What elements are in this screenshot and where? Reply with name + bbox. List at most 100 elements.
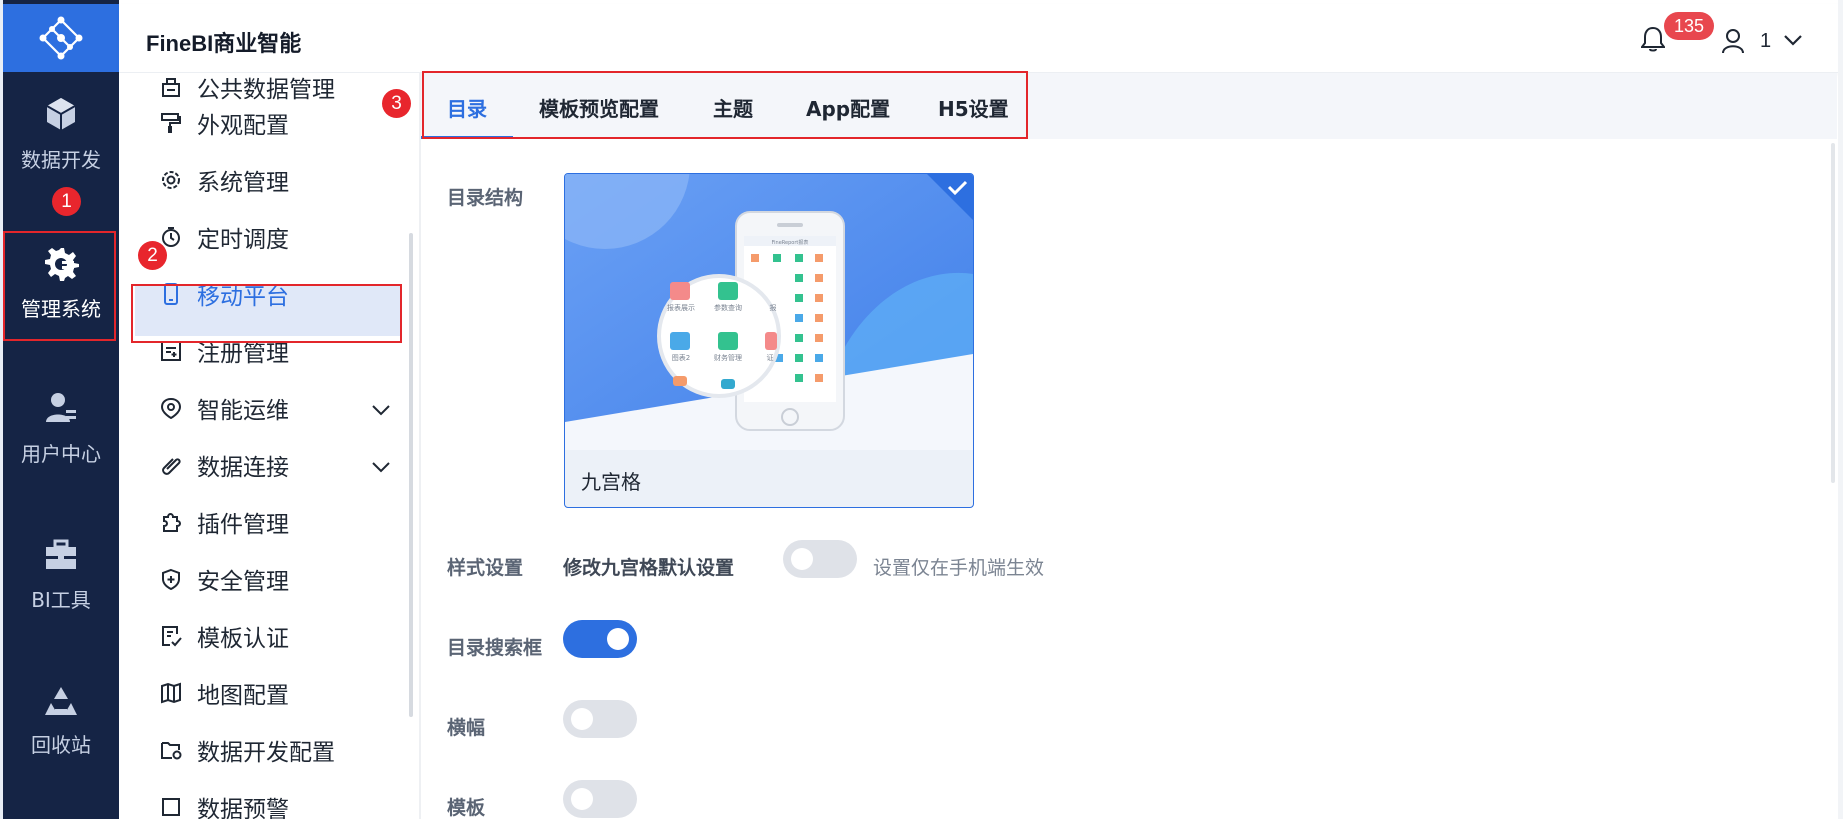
phone-header-text: FineReport报表	[772, 239, 809, 246]
template-auth-icon	[159, 624, 183, 648]
main-content: 目录 模板预览配置 主题 App配置 H5设置 目录结构 FineReport报…	[421, 73, 1837, 819]
rail-item-label: 回收站	[31, 733, 91, 757]
tab-h5-settings[interactable]: H5设置	[938, 93, 1009, 122]
annotation-marker-1: 1	[52, 187, 81, 216]
menu-item-label: 外观配置	[197, 113, 289, 139]
phone-lens-label: 报	[770, 303, 777, 312]
menu-item-label: 模板认证	[197, 626, 289, 652]
tab-bar: 目录 模板预览配置 主题 App配置 H5设置	[421, 73, 1837, 139]
window-right-edge	[1838, 0, 1843, 819]
menu-item-template-auth[interactable]: 模板认证	[159, 619, 289, 653]
annotation-marker-2: 2	[138, 241, 167, 270]
shield-icon	[159, 567, 183, 591]
user-group-icon	[46, 393, 76, 422]
paint-roller-icon	[159, 111, 183, 135]
menu-item-label: 数据开发配置	[197, 740, 335, 766]
app-window: 数据开发 管理系统 用户中心 BI工具 回收站 1 FineBI商业智能 135…	[0, 0, 1843, 819]
top-header: FineBI商业智能 135 1	[119, 4, 1843, 73]
settings-icon	[159, 168, 183, 192]
menu-item-public-data[interactable]: 公共数据管理	[159, 73, 335, 104]
menu-item-mobile-platform[interactable]: 移动平台	[159, 277, 289, 311]
rail-item-label: 管理系统	[21, 297, 101, 321]
link-icon	[159, 453, 183, 477]
menu-item-data-dev-config[interactable]: 数据开发配置	[159, 733, 335, 767]
rail-item-data-dev[interactable]: 数据开发	[3, 96, 119, 173]
tab-catalog[interactable]: 目录	[447, 93, 487, 122]
menu-item-registration[interactable]: 注册管理	[159, 334, 289, 368]
toggle-knob	[571, 708, 593, 730]
menu-item-smart-ops[interactable]: 智能运维	[159, 391, 289, 425]
rail-item-bi-tools[interactable]: BI工具	[3, 538, 119, 613]
cube-icon	[46, 98, 76, 130]
landscape-label: 横幅	[447, 717, 486, 739]
style-option-label: 修改九宫格默认设置	[563, 557, 735, 579]
template-label: 模板	[447, 797, 486, 819]
template-toggle[interactable]	[563, 780, 637, 818]
notification-count-badge: 135	[1664, 12, 1714, 40]
card-caption: 九宫格	[581, 470, 641, 494]
menu-item-data-connection[interactable]: 数据连接	[159, 448, 289, 482]
tab-template-preview[interactable]: 模板预览配置	[539, 93, 659, 122]
content-scrollbar[interactable]	[1831, 143, 1835, 483]
toolbox-icon	[46, 539, 76, 569]
phone-lens-label: 报表展示	[667, 303, 695, 312]
menu-item-scheduling[interactable]: 定时调度	[159, 220, 289, 254]
ops-icon	[159, 396, 183, 420]
phone-lens-label: 证	[767, 354, 774, 362]
register-icon	[159, 339, 183, 363]
map-icon	[159, 681, 183, 705]
primary-nav-rail: 数据开发 管理系统 用户中心 BI工具 回收站 1	[0, 0, 119, 819]
chevron-down-icon[interactable]	[371, 404, 391, 416]
toggle-knob	[607, 628, 629, 650]
alert-icon	[159, 795, 183, 819]
rail-item-label: BI工具	[31, 588, 91, 612]
user-name[interactable]: 1	[1760, 30, 1771, 53]
menu-item-security[interactable]: 安全管理	[159, 562, 289, 596]
menu-item-label: 插件管理	[197, 512, 289, 538]
style-settings-label: 样式设置	[447, 557, 524, 579]
search-box-label: 目录搜索框	[447, 637, 543, 659]
admin-submenu: 公共数据管理 外观配置 系统管理 定时调度 移动平台 注册管理 智能运维 数据连…	[119, 73, 419, 819]
grid-layout-preview-image: FineReport报表 报表展示 参数查询 报 图表2 财务管理 证	[565, 174, 973, 450]
menu-item-label: 系统管理	[197, 170, 289, 196]
rail-item-recycle-bin[interactable]: 回收站	[3, 685, 119, 758]
bell-icon[interactable]	[1641, 26, 1665, 52]
menu-item-label: 注册管理	[197, 341, 289, 367]
tab-theme[interactable]: 主题	[713, 93, 753, 122]
layout-card-grid[interactable]: FineReport报表 报表展示 参数查询 报 图表2 财务管理 证 九宫格	[564, 173, 974, 508]
rail-item-admin-system[interactable]: 管理系统	[3, 245, 119, 322]
active-tab-indicator	[421, 136, 513, 139]
menu-item-plugins[interactable]: 插件管理	[159, 505, 289, 539]
menu-item-label: 安全管理	[197, 569, 289, 595]
menu-item-label: 移动平台	[197, 284, 289, 310]
phone-lens-label: 财务管理	[714, 353, 742, 362]
menu-item-appearance[interactable]: 外观配置	[159, 106, 289, 140]
menu-item-data-alert[interactable]: 数据预警	[159, 790, 289, 819]
rail-item-label: 数据开发	[21, 148, 101, 172]
rail-item-label: 用户中心	[21, 442, 101, 466]
recycle-icon	[45, 687, 77, 715]
landscape-toggle[interactable]	[563, 700, 637, 738]
menu-item-label: 公共数据管理	[197, 77, 335, 103]
menu-item-label: 智能运维	[197, 398, 289, 424]
folder-gear-icon	[159, 738, 183, 762]
menu-item-label: 地图配置	[197, 683, 289, 709]
menu-item-label: 定时调度	[197, 227, 289, 253]
menu-item-map-config[interactable]: 地图配置	[159, 676, 289, 710]
chevron-down-icon[interactable]	[1783, 34, 1803, 46]
menu-item-system-management[interactable]: 系统管理	[159, 163, 289, 197]
search-box-toggle[interactable]	[563, 620, 637, 658]
catalog-structure-label: 目录结构	[447, 187, 524, 209]
app-logo[interactable]	[3, 4, 119, 72]
rail-item-user-center[interactable]: 用户中心	[3, 390, 119, 467]
user-icon[interactable]	[1721, 28, 1745, 54]
tab-app-config[interactable]: App配置	[806, 93, 890, 122]
selected-check-icon	[927, 174, 973, 220]
app-title: FineBI商业智能	[146, 31, 302, 56]
chevron-down-icon[interactable]	[371, 461, 391, 473]
annotation-marker-3: 3	[382, 89, 411, 118]
style-default-toggle[interactable]	[783, 540, 857, 578]
toggle-knob	[791, 548, 813, 570]
submenu-scrollbar[interactable]	[409, 233, 413, 717]
gear-icon	[45, 248, 79, 281]
